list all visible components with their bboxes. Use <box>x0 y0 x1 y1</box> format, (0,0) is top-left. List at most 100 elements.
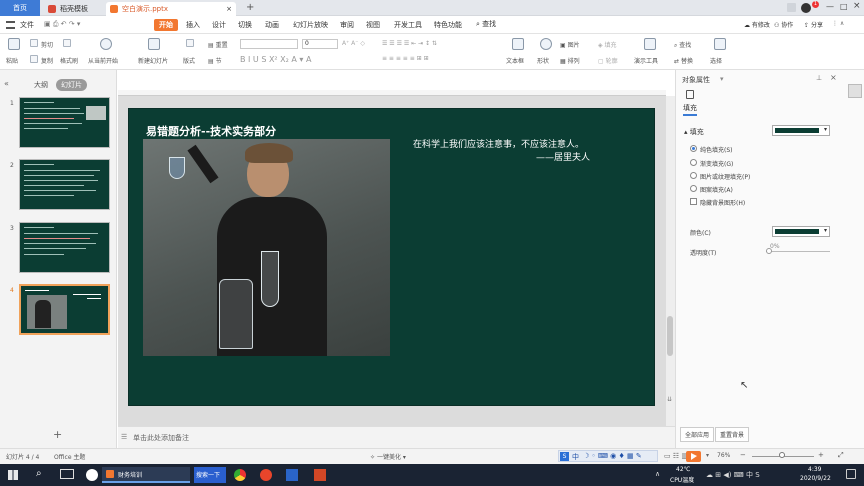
scrollbar-thumb[interactable] <box>667 316 673 356</box>
checkbox-hide-bg[interactable] <box>690 198 697 205</box>
tab-home[interactable]: 首页 <box>0 0 40 16</box>
slide-canvas[interactable]: 易错题分析--技术实务部分 在科学上我们应该注意事，不应该注意人。 ——居里夫人 <box>128 108 655 406</box>
menu-review[interactable]: 审阅 <box>340 20 354 30</box>
arrange-button[interactable]: ▦ 排列 <box>560 56 580 65</box>
new-tab-button[interactable]: + <box>246 2 254 13</box>
radio-pattern-fill[interactable] <box>690 185 697 192</box>
fill-section-header[interactable]: ▴ 填充 <box>684 127 704 137</box>
color-select[interactable]: ▾ <box>772 226 830 237</box>
slide-quote-author[interactable]: ——居里夫人 <box>536 150 590 163</box>
find-button[interactable]: ⌕ 查找 <box>674 40 691 50</box>
font-style-icons[interactable]: B I U S X² X₂ A ▾ A <box>240 55 311 64</box>
chrome-icon[interactable] <box>234 469 246 481</box>
font-size-field[interactable]: 0 <box>302 39 338 49</box>
slide-thumbnail-4[interactable] <box>19 284 110 335</box>
search-button[interactable]: ⌕ 查找 <box>476 19 496 29</box>
hamburger-icon[interactable] <box>6 21 15 29</box>
scroll-down-icon[interactable]: ⇊ <box>667 396 672 403</box>
replace-button[interactable]: ⇄ 替换 <box>674 56 693 65</box>
quick-access-icons[interactable]: ▣ ⎙ ↶ ↷ ▾ <box>44 20 80 29</box>
menu-developer[interactable]: 开发工具 <box>394 20 422 30</box>
new-slide-icon[interactable] <box>148 38 160 50</box>
ime-toolbar[interactable]: S 中 ☽ ◦ ⌨ ◉ ♦ ▦ ✎ <box>558 450 658 462</box>
taskbar-search[interactable]: 搜索一下 <box>194 467 226 483</box>
select-button[interactable]: 选择 <box>710 56 722 65</box>
app-icon-panda[interactable] <box>86 469 98 481</box>
font-name-field[interactable] <box>240 39 298 49</box>
vertical-scrollbar[interactable]: ⇊ <box>666 96 675 426</box>
view-mode-icons[interactable]: ▭ ☷ ▥ <box>664 452 688 460</box>
zoom-out-button[interactable]: − <box>740 451 746 459</box>
tray-icons[interactable]: ☁ ⊞ ◀) ⌨ 中 S <box>706 470 760 480</box>
panel-dropdown-icon[interactable]: ▾ <box>720 75 724 83</box>
minimize-button[interactable]: — <box>826 2 834 11</box>
label-hide-bg[interactable]: 隐藏背景图形(H) <box>700 198 745 207</box>
more-icon[interactable]: ⋮ ∧ <box>832 20 844 27</box>
label-pattern-fill[interactable]: 图案填充(A) <box>700 185 733 194</box>
panel-close-icon[interactable]: × <box>830 73 837 82</box>
has-changes-button[interactable]: ☁ 有修改 <box>744 20 770 29</box>
ime-tools-icons[interactable]: ☽ ◦ ⌨ ◉ ♦ ▦ ✎ <box>583 452 642 460</box>
pin-icon[interactable]: ⊥ <box>816 74 822 82</box>
format-painter-button[interactable]: 格式刷 <box>60 56 78 65</box>
radio-solid-fill[interactable] <box>690 145 697 152</box>
picture-button[interactable]: ▣ 图片 <box>560 40 580 49</box>
avatar[interactable] <box>801 3 811 13</box>
menu-animation[interactable]: 动画 <box>265 20 279 30</box>
tab-outline[interactable]: 大纲 <box>34 80 48 90</box>
menu-features[interactable]: 特色功能 <box>434 20 462 30</box>
window-layout-icon[interactable] <box>787 3 796 12</box>
textbox-icon[interactable] <box>512 38 524 50</box>
side-toolbar-icon[interactable] <box>848 84 862 98</box>
fit-window-icon[interactable]: ⤢ <box>838 451 844 460</box>
transparency-slider-handle[interactable] <box>766 248 772 254</box>
transparency-slider[interactable] <box>766 251 830 252</box>
close-tab-icon[interactable]: × <box>226 2 232 16</box>
slide-title[interactable]: 易错题分析--技术实务部分 <box>146 123 276 139</box>
radio-picture-fill[interactable] <box>690 172 697 179</box>
copy-button[interactable]: 复制 <box>41 56 53 65</box>
outline-button[interactable]: ▢ 轮廓 <box>598 56 618 65</box>
zoom-in-button[interactable]: + <box>818 451 824 459</box>
play-from-current-icon[interactable] <box>100 38 112 50</box>
tab-slides[interactable]: 幻灯片 <box>56 79 87 91</box>
slide-quote[interactable]: 在科学上我们应该注意事，不应该注意人。 <box>413 137 584 150</box>
menu-view[interactable]: 视图 <box>366 20 380 30</box>
cut-button[interactable]: 剪切 <box>41 40 53 49</box>
from-current-button[interactable]: 从当前开始 <box>88 56 118 65</box>
menu-start[interactable]: 开始 <box>154 19 178 31</box>
select-icon[interactable] <box>714 38 726 50</box>
close-window-button[interactable]: × <box>853 1 861 11</box>
tab-docer[interactable]: 稻壳模板 <box>44 2 102 16</box>
play-button[interactable] <box>686 451 701 462</box>
label-solid-fill[interactable]: 纯色填充(S) <box>700 145 733 154</box>
curie-photo[interactable] <box>143 139 390 356</box>
menu-design[interactable]: 设计 <box>212 20 226 30</box>
share-button[interactable]: ⇪ 分享 <box>804 20 823 29</box>
beautify-button[interactable]: ✧ 一键美化 ▾ <box>370 452 406 461</box>
taskbar-app-finance[interactable]: 财务培训 <box>102 467 190 483</box>
shape-icon[interactable] <box>540 38 552 50</box>
tray-icons-left[interactable]: ∧ <box>655 470 660 478</box>
menu-transition[interactable]: 切换 <box>238 20 252 30</box>
menu-file[interactable]: 文件 <box>20 20 34 30</box>
notifications-icon[interactable] <box>846 469 856 479</box>
ime-mode[interactable]: 中 <box>572 452 579 462</box>
notes-area[interactable]: ☰ 单击此处添加备注 <box>118 426 675 448</box>
shape-button[interactable]: 形状 <box>537 56 549 65</box>
font-grow-shrink-icons[interactable]: A⁺ A⁻ ◇ <box>342 40 365 47</box>
zoom-level[interactable]: 76% <box>717 452 730 459</box>
maximize-button[interactable]: □ <box>840 2 848 11</box>
collaborate-button[interactable]: ⚇ 协作 <box>774 20 793 29</box>
radio-gradient-fill[interactable] <box>690 159 697 166</box>
search-icon[interactable]: ⌕ <box>36 468 42 479</box>
notes-placeholder[interactable]: 单击此处添加备注 <box>133 433 189 443</box>
presenter-tools-button[interactable]: 演示工具 <box>634 56 658 65</box>
menu-slideshow[interactable]: 幻灯片放映 <box>293 20 328 30</box>
slide-thumbnail-3[interactable] <box>19 222 110 273</box>
task-view-icon[interactable] <box>60 469 74 479</box>
paste-icon[interactable] <box>8 38 20 50</box>
paste-button[interactable]: 粘贴 <box>6 56 18 65</box>
textbox-button[interactable]: 文本框 <box>506 56 524 65</box>
reset-button[interactable]: ▤ 重置 <box>208 40 228 49</box>
